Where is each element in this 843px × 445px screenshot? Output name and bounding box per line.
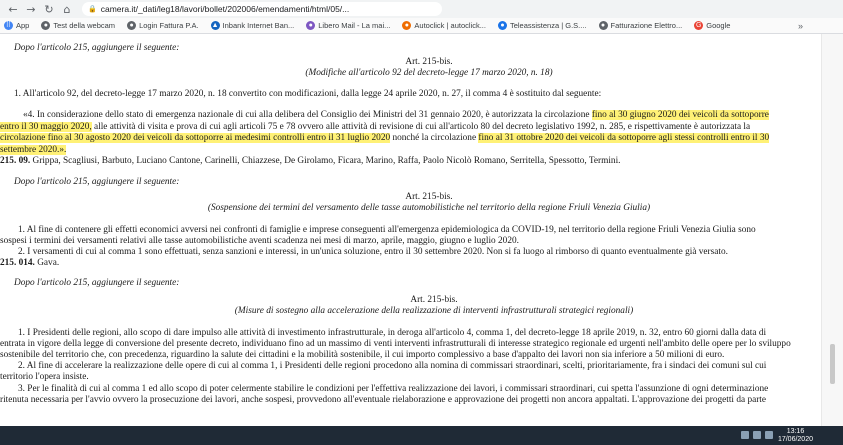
article-title: Art. 215-bis. xyxy=(405,192,453,202)
paragraph-line: 1. All'articolo 92, del decreto-legge 17… xyxy=(14,89,602,99)
bookmark-label: Autoclick | autoclick... xyxy=(414,21,486,30)
network-icon[interactable] xyxy=(741,431,749,439)
bookmark-item[interactable]: ● Autoclick | autoclick... xyxy=(402,21,486,30)
more-bookmarks-icon[interactable]: » xyxy=(798,21,803,31)
browser-toolbar: ← → ↻ ⌂ 🔒 camera.it/_dati/leg18/lavori/b… xyxy=(0,0,843,18)
bookmark-icon: ● xyxy=(306,21,316,30)
paragraph-line: 1. I Presidenti delle regioni, allo scop… xyxy=(18,328,767,338)
bookmark-label: Test della webcam xyxy=(53,21,116,30)
signatories-line: 215. 014. Gava. xyxy=(0,258,60,268)
forward-icon[interactable]: → xyxy=(24,3,38,16)
bookmark-item[interactable]: ● Libero Mail - La mai... xyxy=(306,21,390,30)
clock[interactable]: 13:16 17/06/2020 xyxy=(778,428,813,443)
signatories-line: 215. 09. Grippa, Scagliusi, Barbuto, Luc… xyxy=(0,156,621,166)
paragraph-line: «4. In considerazione dello stato di eme… xyxy=(23,110,769,120)
article-title: Art. 215-bis. xyxy=(410,295,458,305)
back-icon[interactable]: ← xyxy=(6,3,20,16)
url-text: camera.it/_dati/leg18/lavori/bollet/2020… xyxy=(100,4,350,14)
paragraph-line: 2. Al fine di accelerare la realizzazion… xyxy=(18,361,767,371)
paragraph-line: 3. Per le finalità di cui al comma 1 ed … xyxy=(18,384,769,394)
address-bar[interactable]: 🔒 camera.it/_dati/leg18/lavori/bollet/20… xyxy=(82,2,442,16)
bookmark-item[interactable]: ● Fatturazione Elettro... xyxy=(598,21,683,30)
bookmark-item[interactable]: ▲ Inbank Internet Ban... xyxy=(210,21,295,30)
bookmark-item[interactable]: ● Teleassistenza | G.S.... xyxy=(497,21,587,30)
document-content: Dopo l'articolo 215, aggiungere il segue… xyxy=(0,34,808,426)
bookmark-label: App xyxy=(16,21,30,30)
paragraph-line: territorio l'opera insiste. xyxy=(0,372,89,382)
bookmark-item[interactable]: ⠿ App xyxy=(4,21,29,30)
bookmark-item[interactable]: ● Login Fattura P.A. xyxy=(127,21,199,30)
bookmark-icon: ● xyxy=(127,21,137,30)
bookmark-icon: G xyxy=(694,21,704,30)
bookmark-icon: ▲ xyxy=(210,21,220,30)
bookmark-icon: ● xyxy=(41,21,51,30)
reload-icon[interactable]: ↻ xyxy=(42,3,56,16)
bookmark-label: Login Fattura P.A. xyxy=(139,21,199,30)
lock-icon: 🔒 xyxy=(88,6,97,13)
article-subtitle: (Modifiche all'articolo 92 del decreto-l… xyxy=(305,68,553,78)
bookmark-label: Teleassistenza | G.S.... xyxy=(509,21,587,30)
bookmark-icon: ⠿ xyxy=(4,21,13,30)
bookmarks-bar: ⠿ App ● Test della webcam ● Login Fattura P.A… xyxy=(0,18,843,34)
bookmark-label: Fatturazione Elettro... xyxy=(610,21,683,30)
article-subtitle: (Sospensione dei termini del versamento … xyxy=(207,203,651,213)
paragraph-line: settembre 2020.». xyxy=(0,145,67,155)
clock-time: 13:16 xyxy=(786,428,805,435)
article-subtitle: (Misure di sostegno alla accelerazione d… xyxy=(234,306,634,316)
intro-line: Dopo l'articolo 215, aggiungere il segue… xyxy=(14,278,180,288)
bookmark-label: Google xyxy=(706,21,731,30)
notification-icon[interactable] xyxy=(765,431,773,439)
system-tray-icons xyxy=(741,431,773,439)
paragraph-line: circolazione fino al 30 agosto 2020 dei … xyxy=(0,133,770,143)
paragraph-line: 2. I versamenti di cui al comma 1 sono e… xyxy=(18,247,728,257)
article-title: Art. 215-bis. xyxy=(405,57,453,67)
paragraph-line: ritenuta necessaria per l'avvio ovvero l… xyxy=(0,395,767,405)
bookmark-label: Inbank Internet Ban... xyxy=(222,21,295,30)
bookmark-icon: ● xyxy=(402,21,412,30)
bookmark-label: Libero Mail - La mai... xyxy=(318,21,391,30)
scrollbar-thumb[interactable] xyxy=(830,344,835,384)
paragraph-line: entro il 30 maggio 2020, alle attività d… xyxy=(0,122,751,132)
home-icon[interactable]: ⌂ xyxy=(60,3,74,16)
paragraph-line: entrata in vigore della legge di convers… xyxy=(0,339,791,349)
paragraph-line: sospesi i termini dei versamenti relativ… xyxy=(0,236,519,246)
clock-date: 17/06/2020 xyxy=(777,435,813,443)
intro-line: Dopo l'articolo 215, aggiungere il segue… xyxy=(14,177,180,187)
paragraph-line: 1. Al fine di contenere gli effetti econ… xyxy=(18,225,756,235)
os-taskbar: 13:16 17/06/2020 xyxy=(0,426,843,445)
bookmark-icon: ● xyxy=(598,21,608,30)
intro-line: Dopo l'articolo 215, aggiungere il segue… xyxy=(14,43,180,53)
bookmark-item[interactable]: ● Test della webcam xyxy=(41,21,115,30)
paragraph-line: sostenibile del territorio che, con prec… xyxy=(0,350,725,360)
vertical-scrollbar[interactable] xyxy=(821,34,843,426)
bookmark-icon: ● xyxy=(497,21,507,30)
bookmark-item[interactable]: G Google xyxy=(694,21,730,30)
volume-icon[interactable] xyxy=(753,431,761,439)
